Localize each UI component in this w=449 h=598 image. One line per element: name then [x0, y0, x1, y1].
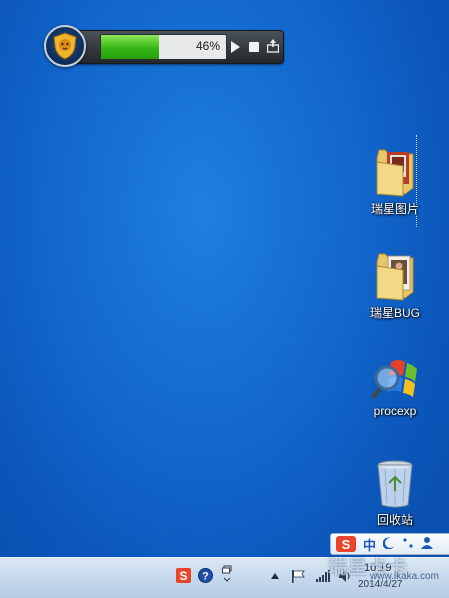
window-restore-button[interactable]	[221, 564, 233, 584]
sogou-tray-button[interactable]: S	[175, 567, 191, 583]
ime-mode-toggle[interactable]: 中	[363, 535, 376, 554]
play-button[interactable]	[228, 39, 242, 55]
folder-icon	[376, 253, 414, 301]
sogou-tray-icon: S	[175, 567, 191, 583]
action-center-flag-icon	[291, 569, 305, 583]
svg-text:?: ?	[202, 570, 209, 582]
desktop-icon-label: 瑞星BUG	[369, 306, 420, 320]
svg-text:S: S	[179, 569, 187, 583]
stop-button[interactable]	[247, 39, 261, 55]
stop-icon	[249, 42, 259, 52]
desktop-icon-ruixing-pictures[interactable]: 瑞星图片	[365, 144, 425, 217]
scan-progress-label: 46%	[195, 39, 220, 53]
folder-icon	[376, 149, 414, 197]
window-icon	[222, 565, 232, 582]
help-icon: ?	[197, 567, 213, 583]
help-button[interactable]: ?	[197, 567, 213, 583]
desktop-icon-label: 瑞星图片	[370, 202, 419, 216]
user-icon[interactable]	[421, 536, 434, 552]
minimize-tray-icon	[267, 39, 279, 53]
recycle-bin-icon	[377, 460, 413, 508]
desktop-icon-ruixing-bug[interactable]: 瑞星BUG	[365, 248, 425, 321]
lion-shield-icon	[53, 32, 77, 60]
desktop: 46% 瑞星图片 瑞星BUG procexp 回收站 S 中	[0, 0, 449, 557]
action-center-button[interactable]	[290, 568, 306, 584]
show-hidden-icon	[271, 573, 279, 579]
desktop-icon-recycle-bin[interactable]: 回收站	[365, 459, 425, 528]
desktop-icon-label: procexp	[373, 404, 417, 418]
minimize-tray-button[interactable]	[266, 38, 280, 54]
watermark-url: www.ikaka.com	[370, 571, 439, 582]
scan-widget: 46%	[44, 25, 284, 67]
play-icon	[231, 41, 240, 53]
moon-icon[interactable]	[382, 536, 395, 552]
punctuation-icon[interactable]	[402, 537, 414, 552]
procexp-icon	[371, 360, 417, 399]
scan-progress-fill	[101, 35, 159, 59]
desktop-icon-procexp[interactable]: procexp	[365, 356, 425, 418]
scan-progress-bar: 46%	[100, 34, 227, 60]
scan-widget-bar: 46%	[74, 30, 284, 64]
show-hidden-icons-button[interactable]	[270, 571, 280, 581]
sogou-logo-icon[interactable]: S	[336, 536, 356, 552]
desktop-icon-label: 回收站	[376, 513, 413, 527]
antivirus-logo[interactable]	[44, 25, 86, 67]
